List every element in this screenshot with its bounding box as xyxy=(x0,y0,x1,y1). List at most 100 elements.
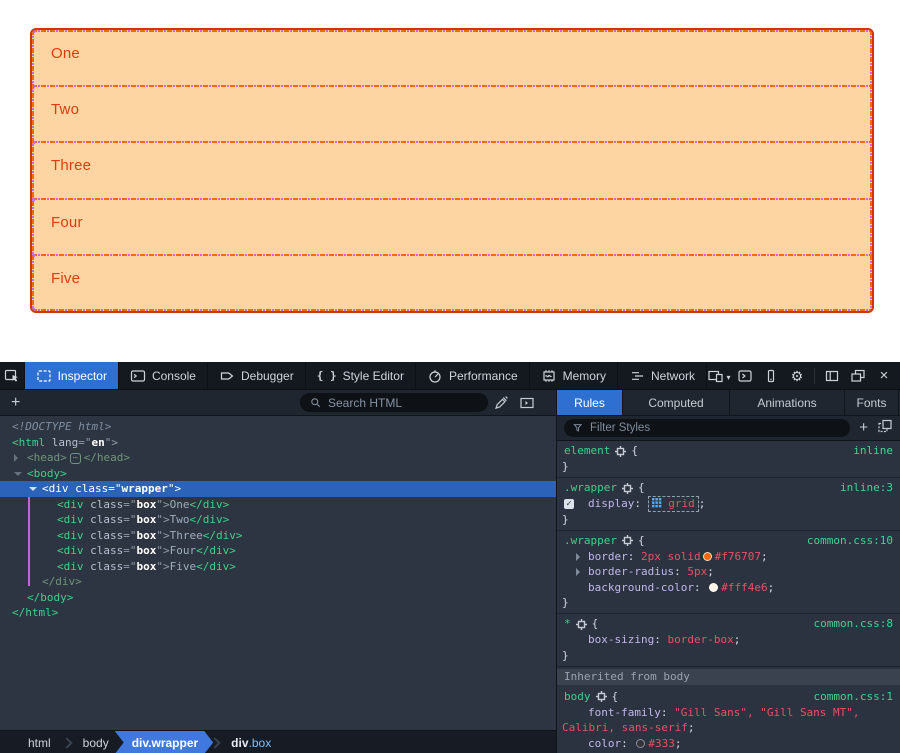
open-brace: { xyxy=(638,533,645,549)
selector-target-icon[interactable] xyxy=(622,535,633,546)
split-console-button[interactable] xyxy=(733,362,757,389)
selector-target-icon[interactable] xyxy=(622,483,633,494)
settings-button[interactable]: ⚙ xyxy=(785,362,809,389)
breadcrumb-item[interactable]: div.box xyxy=(221,731,281,753)
color-swatch[interactable] xyxy=(636,739,645,748)
markup-row-selected[interactable]: <div class="wrapper"> xyxy=(0,481,556,497)
markup-row[interactable]: <head>⋯</head> xyxy=(0,450,556,466)
property-name[interactable]: border xyxy=(588,550,628,563)
rule-source-link[interactable]: common.css:10 xyxy=(807,533,893,549)
tab-fonts[interactable]: Fonts xyxy=(845,390,899,415)
property-value[interactable]: border-box xyxy=(667,633,733,646)
performance-icon xyxy=(427,368,443,384)
tab-animations[interactable]: Animations xyxy=(730,390,845,415)
close-button[interactable]: × xyxy=(872,362,896,389)
css-rule: .wrapper{inline:3✓display: grid;} xyxy=(557,478,900,531)
markup-row[interactable]: <div class="box">Two</div> xyxy=(0,512,556,528)
rule-source-link[interactable]: common.css:1 xyxy=(814,689,893,705)
expand-arrow-icon[interactable] xyxy=(576,553,580,561)
tab-performance[interactable]: Performance xyxy=(416,362,530,389)
rules-toolbar: Filter Styles + xyxy=(557,416,900,441)
rule-selector[interactable]: * xyxy=(564,616,571,632)
classes-toggle-button[interactable] xyxy=(877,418,893,439)
markup-segment: <div xyxy=(57,560,84,573)
grid-highlighter-icon[interactable] xyxy=(652,497,662,510)
collapse-arrow-icon[interactable] xyxy=(29,487,37,491)
markup-segment: =" xyxy=(108,482,121,495)
rule-selector[interactable]: .wrapper xyxy=(564,480,617,496)
markup-segment: Three xyxy=(170,529,203,542)
markup-row[interactable]: </html> xyxy=(0,605,556,621)
markup-row[interactable]: </div> xyxy=(0,574,556,590)
selector-target-icon[interactable] xyxy=(596,691,607,702)
color-swatch[interactable] xyxy=(703,552,712,561)
property-value[interactable]: #333 xyxy=(634,737,675,750)
markup-segment: </div> xyxy=(42,575,82,588)
search-input[interactable]: Search HTML xyxy=(300,393,488,412)
markup-row[interactable]: <!DOCTYPE html> xyxy=(0,419,556,435)
markup-segment: =" xyxy=(123,560,136,573)
breadcrumb-item[interactable]: body xyxy=(73,731,119,753)
property-name[interactable]: box-sizing xyxy=(588,633,654,646)
tab-label: Performance xyxy=(449,369,518,383)
markup-row[interactable]: <div class="box">Four</div> xyxy=(0,543,556,559)
rule-selector[interactable]: .wrapper xyxy=(564,533,617,549)
breadcrumb-item[interactable]: html xyxy=(18,731,61,753)
property-name[interactable]: color xyxy=(588,737,621,750)
color-swatch[interactable] xyxy=(709,583,718,592)
markup-segment: <body> xyxy=(27,467,67,480)
grid-box: Five xyxy=(32,255,872,311)
dock-side-button[interactable] xyxy=(820,362,844,389)
rule-selector[interactable]: element xyxy=(564,443,610,459)
tab-console[interactable]: Console xyxy=(119,362,208,389)
markup-row[interactable]: <body> xyxy=(0,466,556,482)
tab-inspector[interactable]: Inspector xyxy=(25,362,119,389)
selector-target-icon[interactable] xyxy=(615,446,626,457)
expand-arrow-icon[interactable] xyxy=(576,568,580,576)
tab-memory[interactable]: Memory xyxy=(530,362,618,389)
pick-element-button[interactable] xyxy=(0,362,25,389)
rule-source-link[interactable]: inline:3 xyxy=(840,480,893,496)
property-value[interactable]: grid xyxy=(648,496,699,512)
tab-computed[interactable]: Computed xyxy=(623,390,730,415)
property-name[interactable]: border-radius xyxy=(588,565,674,578)
property-value[interactable]: #fff4e6 xyxy=(707,581,767,594)
collapsed-content-icon[interactable]: ⋯ xyxy=(70,453,81,464)
property-value[interactable]: 5px xyxy=(687,565,707,578)
markup-row[interactable]: <div class="box">One</div> xyxy=(0,497,556,513)
selector-target-icon[interactable] xyxy=(576,619,587,630)
property-name[interactable]: display xyxy=(588,497,634,510)
rule-source-link[interactable]: common.css:8 xyxy=(814,616,893,632)
rule-source-link[interactable]: inline xyxy=(853,443,893,459)
devtools-panel: InspectorConsoleDebugger{ }Style Editor P… xyxy=(0,362,900,753)
property-value[interactable]: 2px solid#f76707 xyxy=(641,550,761,563)
markup-row[interactable]: </body> xyxy=(0,590,556,606)
add-rule-button[interactable]: + xyxy=(857,416,870,440)
eyedropper-button[interactable] xyxy=(488,395,514,411)
tab-rules[interactable]: Rules xyxy=(557,390,623,415)
filter-icon xyxy=(572,420,585,436)
add-node-button[interactable]: + xyxy=(0,390,31,415)
close-brace: } xyxy=(557,459,900,474)
property-name[interactable]: font-family xyxy=(588,706,661,719)
responsive-design-button[interactable]: ▾ xyxy=(707,362,731,389)
collapse-arrow-icon[interactable] xyxy=(14,472,22,476)
property-name[interactable]: background-color xyxy=(588,581,694,594)
three-pane-toggle-button[interactable] xyxy=(514,395,540,411)
markup-row[interactable]: <div class="box">Five</div> xyxy=(0,559,556,575)
markup-segment: box xyxy=(137,498,157,511)
markup-row[interactable]: <div class="box">Three</div> xyxy=(0,528,556,544)
css-declaration: background-color: #fff4e6; xyxy=(557,580,900,596)
tab-styleeditor[interactable]: { }Style Editor xyxy=(306,362,416,389)
tab-network[interactable]: Network xyxy=(618,362,707,389)
device-button[interactable] xyxy=(759,362,783,389)
separate-window-button[interactable] xyxy=(846,362,870,389)
breadcrumb-item[interactable]: div.wrapper xyxy=(115,731,213,753)
markup-row[interactable]: <html lang="en"> xyxy=(0,435,556,451)
filter-styles-input[interactable]: Filter Styles xyxy=(564,419,850,437)
expand-arrow-icon[interactable] xyxy=(14,454,18,462)
rule-selector[interactable]: body xyxy=(564,689,591,705)
markup-segment: </div> xyxy=(190,498,230,511)
tab-debugger[interactable]: Debugger xyxy=(208,362,306,389)
declaration-checkbox[interactable]: ✓ xyxy=(564,499,574,509)
